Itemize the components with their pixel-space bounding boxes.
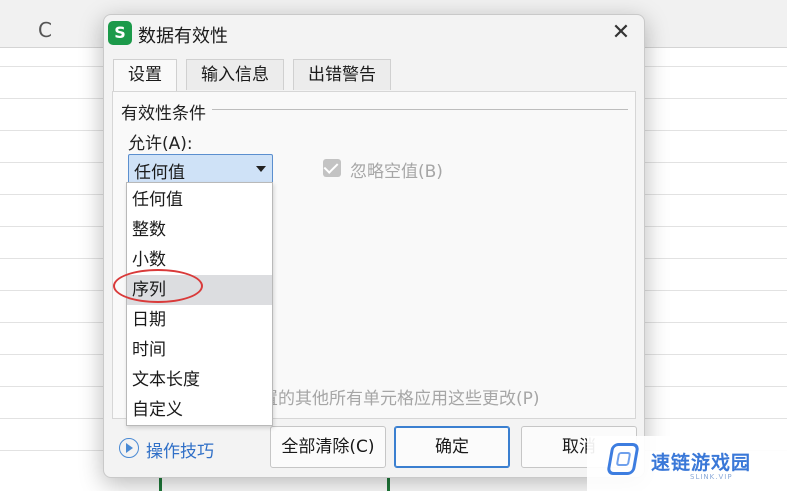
- play-circle-icon[interactable]: [119, 438, 139, 458]
- allow-dropdown-list: 任何值 整数 小数 序列 日期 时间 文本长度 自定义: [126, 182, 273, 426]
- ok-button[interactable]: 确定: [394, 426, 510, 468]
- tab-input-message[interactable]: 输入信息: [186, 59, 284, 90]
- watermark-text: 速链游戏园: [651, 452, 752, 474]
- play-icon: [126, 443, 133, 453]
- watermark-logo-icon: [606, 443, 640, 475]
- tips-link[interactable]: 操作技巧: [146, 437, 214, 462]
- dropdown-option-text-length[interactable]: 文本长度: [127, 365, 272, 395]
- section-divider: [212, 109, 628, 110]
- wps-app-icon: S: [108, 21, 132, 45]
- column-header-c[interactable]: C: [38, 18, 52, 42]
- close-button[interactable]: ✕: [606, 19, 636, 47]
- watermark-subtext: SLINK.VIP: [690, 473, 733, 481]
- dialog-title: 数据有效性: [138, 26, 228, 47]
- tab-error-alert[interactable]: 出错警告: [293, 59, 391, 90]
- allow-select[interactable]: 任何值: [128, 154, 273, 184]
- dropdown-option-custom[interactable]: 自定义: [127, 395, 272, 425]
- dropdown-option-any-value[interactable]: 任何值: [127, 185, 272, 215]
- clear-all-button[interactable]: 全部清除(C): [270, 426, 386, 468]
- watermark: 速链游戏园 SLINK.VIP: [587, 436, 787, 491]
- allow-select-value: 任何值: [134, 163, 185, 183]
- validation-criteria-label: 有效性条件: [121, 104, 206, 124]
- dropdown-option-date[interactable]: 日期: [127, 305, 272, 335]
- dropdown-option-time[interactable]: 时间: [127, 335, 272, 365]
- watermark-logo-inner: [615, 452, 632, 466]
- ignore-blank-checkbox[interactable]: [323, 159, 341, 177]
- highlight-annotation-ellipse: [113, 269, 203, 303]
- allow-label: 允许(A):: [128, 134, 193, 154]
- dropdown-option-whole-number[interactable]: 整数: [127, 215, 272, 245]
- ignore-blank-label: 忽略空值(B): [350, 162, 443, 182]
- check-icon: [323, 159, 339, 174]
- apply-to-all-cells-option[interactable]: 置的其他所有单元格应用这些更改(P): [261, 384, 540, 409]
- tab-settings[interactable]: 设置: [113, 59, 177, 91]
- chevron-down-icon[interactable]: [256, 166, 266, 172]
